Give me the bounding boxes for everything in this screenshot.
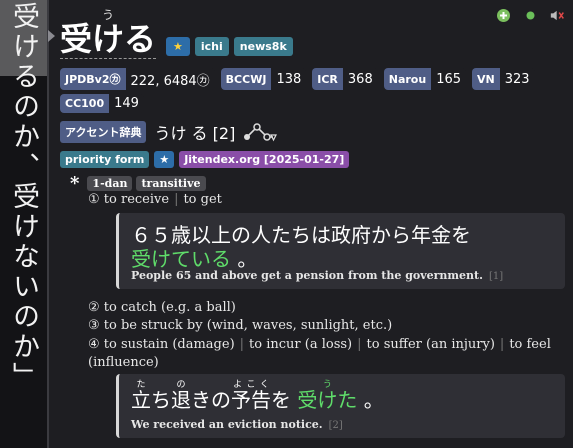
highlight-term: 受けた: [297, 388, 358, 412]
freq-value: 323: [499, 68, 535, 90]
freq-label: VN: [472, 68, 500, 90]
sense-1: ① to receive | to get: [88, 192, 222, 207]
freq-value: 138: [271, 68, 307, 90]
freq-bccwj[interactable]: BCCWJ 138: [220, 68, 307, 90]
gloss: to get: [183, 192, 222, 207]
freq-jpdb[interactable]: JPDBv2㋕ 222, 6484㋕: [60, 68, 215, 90]
example-jp: ６５歳以上の人たちは政府から年金を 受けている 。: [131, 223, 471, 271]
freq-label: ICR: [312, 68, 343, 90]
audio-muted-icon[interactable]: [550, 8, 565, 23]
freq-label: JPDBv2㋕: [60, 68, 126, 90]
frequency-row: JPDBv2㋕ 222, 6484㋕ BCCWJ 138 ICR 368 Nar…: [60, 68, 535, 90]
freq-cc100[interactable]: CC100 149: [60, 94, 144, 113]
pitch-dict-label[interactable]: アクセント辞典: [60, 121, 147, 143]
source-row: priority form ★ Jitendex.org [2025-01-27…: [60, 151, 350, 168]
pitch-graph-icon: [244, 123, 278, 142]
pitch-reading: うけ る [2]: [154, 124, 236, 143]
sense-num: ②: [88, 300, 100, 315]
sentence-text: 受けるのか、受けないのか」: [8, 2, 39, 392]
add-icon[interactable]: [496, 8, 511, 23]
gloss: to suffer (an injury): [366, 337, 495, 352]
triangle-marker-icon: [48, 30, 55, 42]
pitch-accent-row: アクセント辞典 うけ る [2]: [60, 120, 278, 144]
tag-news8k[interactable]: news8k: [233, 37, 293, 56]
freq-value: 149: [109, 94, 144, 113]
example-ref: [2]: [328, 420, 343, 431]
pos-tag-1dan[interactable]: 1-dan: [87, 176, 133, 191]
star-tag[interactable]: ★: [154, 151, 175, 168]
headword-reading: う: [60, 8, 157, 22]
example-jp: 立たち退のきの予告よこくを 受けたう 。: [131, 380, 384, 412]
sense-num: ①: [88, 192, 100, 207]
divider: [47, 0, 49, 448]
freq-icr[interactable]: ICR 368: [312, 68, 378, 90]
sense-num: ④: [88, 337, 100, 352]
freq-value: 222, 6484㋕: [125, 68, 215, 90]
freq-vn[interactable]: VN 323: [472, 68, 535, 90]
freq-label: CC100: [60, 94, 110, 113]
asterisk-icon: *: [70, 173, 80, 194]
priority-form-tag[interactable]: priority form: [60, 151, 150, 168]
freq-value: 368: [342, 68, 378, 90]
freq-label: BCCWJ: [220, 68, 272, 90]
gloss: to be struck by (wind, waves, sunlight, …: [103, 318, 393, 333]
freq-value: 165: [431, 68, 467, 90]
freq-label: Narou: [383, 68, 432, 90]
gloss: to sustain (damage): [103, 337, 235, 352]
dictionary-tag[interactable]: Jitendex.org [2025-01-27]: [179, 151, 350, 168]
dot-icon[interactable]: [523, 8, 538, 23]
sense-num: ③: [88, 318, 100, 333]
example-en: People 65 and above get a pension from t…: [131, 269, 504, 282]
sense-3: ③ to be struck by (wind, waves, sunlight…: [88, 318, 392, 333]
highlight-term: 受けている: [131, 247, 231, 271]
sense-2: ② to catch (e.g. a ball): [88, 300, 236, 315]
tag-star[interactable]: ★: [166, 37, 190, 56]
example-en: We received an eviction notice. [2]: [131, 418, 343, 431]
headword-kanji: 受ける: [60, 20, 157, 59]
sense-4: ④ to sustain (damage) | to incur (a loss) |…: [88, 337, 551, 370]
freq-narou[interactable]: Narou 165: [383, 68, 467, 90]
example-ref: [1]: [488, 271, 504, 282]
pos-tag-transitive[interactable]: transitive: [136, 176, 206, 191]
pos-row: * 1-dan transitive: [70, 173, 206, 194]
entry-header: 受けるう ★ ichi news8k: [60, 8, 293, 60]
gloss: to incur (a loss): [249, 337, 353, 352]
tag-ichi[interactable]: ichi: [194, 37, 229, 56]
gloss: to catch (e.g. a ball): [103, 300, 236, 315]
frequency-row-2: CC100 149: [60, 94, 144, 113]
headword: 受けるう: [60, 8, 157, 60]
gloss: to receive: [103, 192, 170, 207]
example-1: ６５歳以上の人たちは政府から年金を 受けている 。 People 65 and …: [116, 213, 565, 289]
example-2: 立たち退のきの予告よこくを 受けたう 。 We received an evic…: [116, 374, 565, 438]
entry-actions: [496, 8, 565, 23]
